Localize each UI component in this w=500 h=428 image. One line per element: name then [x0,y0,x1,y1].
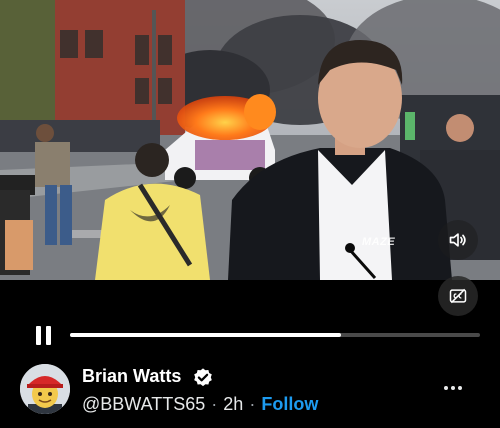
pause-icon [45,325,51,345]
captions-off-icon [449,288,467,304]
avatar[interactable] [20,364,70,414]
separator-dot: · [211,394,218,414]
video-watermark: MAZE [362,236,396,248]
progress-bar[interactable] [70,333,480,337]
author-handle[interactable]: @BBWATTS65 [82,394,205,414]
more-options-button[interactable] [440,378,466,398]
speaker-icon [449,233,466,247]
mute-button[interactable] [438,220,478,260]
author-name[interactable]: Brian Watts [82,366,181,387]
follow-button[interactable]: Follow [261,394,318,414]
pause-icon [35,325,41,345]
post-time[interactable]: 2h [223,394,243,414]
author-meta: @BBWATTS65 · 2h · Follow [82,394,318,415]
verified-badge-icon [194,368,212,387]
video-frame [0,0,500,280]
video-player[interactable]: MAZE [0,0,500,280]
pause-button[interactable] [30,322,56,348]
avatar-image [20,364,70,414]
progress-fill [70,333,341,337]
captions-button[interactable] [438,276,478,316]
more-options-icon [451,386,455,390]
more-options-icon [444,386,448,390]
separator-dot: · [249,394,256,414]
more-options-icon [458,386,462,390]
